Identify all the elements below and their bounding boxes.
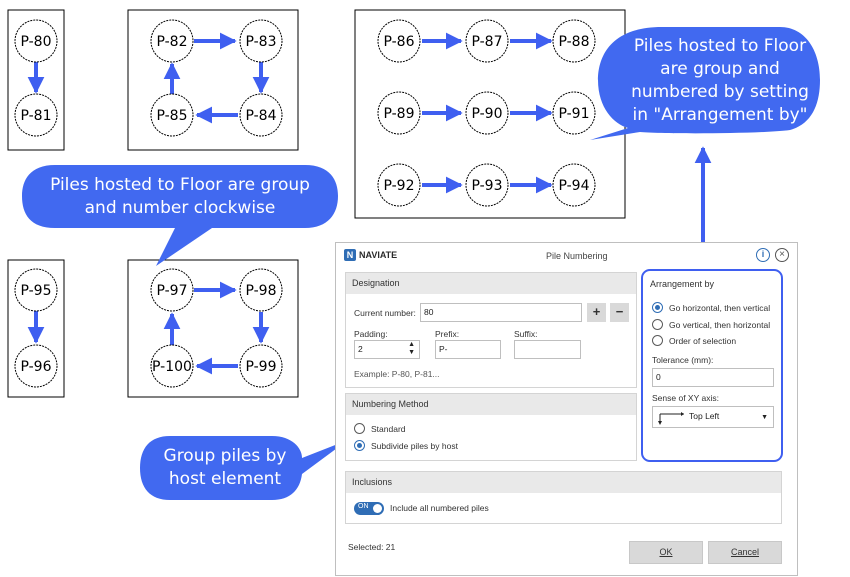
pile-label: P-100 <box>152 359 192 375</box>
pile-label: P-95 <box>20 283 51 299</box>
pile-label: P-99 <box>245 359 276 375</box>
pile-label: P-87 <box>471 34 502 50</box>
current-number-input[interactable]: 80 <box>420 303 582 322</box>
close-icon[interactable]: × <box>775 248 789 262</box>
standard-radio[interactable] <box>354 423 365 434</box>
inclusions-header: Inclusions <box>346 472 781 493</box>
stepper-arrows-icon[interactable]: ▲ ▼ <box>408 341 415 357</box>
padding-stepper[interactable]: 2 ▲ ▼ <box>354 340 420 359</box>
prefix-label: Prefix: <box>435 329 460 339</box>
prefix-input[interactable]: P- <box>435 340 501 359</box>
pile-12: P-92 <box>377 163 421 207</box>
pile-label: P-93 <box>471 178 502 194</box>
pile-3: P-83 <box>239 19 283 63</box>
cancel-button[interactable]: Cancel <box>708 541 782 564</box>
pile-label: P-91 <box>558 106 589 122</box>
pile-label: P-83 <box>245 34 276 50</box>
callout-host-text: Group piles by host element <box>163 446 287 489</box>
selected-count: Selected: 21 <box>348 542 396 552</box>
callout-clockwise-text: Piles hosted to Floor are group and numb… <box>50 175 310 218</box>
padding-value: 2 <box>358 344 363 354</box>
dialog-title: Pile Numbering <box>546 251 608 261</box>
pile-label: P-88 <box>558 34 589 50</box>
pile-11: P-91 <box>552 91 596 135</box>
subdivide-radio[interactable] <box>354 440 365 451</box>
suffix-input[interactable] <box>514 340 581 359</box>
suffix-label: Suffix: <box>514 329 538 339</box>
pile-13: P-93 <box>465 163 509 207</box>
numbering-method-header: Numbering Method <box>346 394 636 415</box>
callout-arrangement-text: Piles hosted to Floor are group and numb… <box>631 36 809 125</box>
ok-button[interactable]: OK <box>629 541 703 564</box>
pile-15: P-95 <box>14 268 58 312</box>
pile-14: P-94 <box>552 163 596 207</box>
designation-panel: Designation Current number: 80 + − Paddi… <box>345 272 637 388</box>
pile-19: P-99 <box>239 344 283 388</box>
pile-17: P-97 <box>150 268 194 312</box>
arrangement-highlight <box>641 269 783 462</box>
pile-label: P-96 <box>20 359 51 375</box>
pile-20: P-100 <box>150 344 194 388</box>
naviate-logo: N <box>344 249 356 261</box>
pile-5: P-85 <box>150 93 194 137</box>
pile-label: P-85 <box>156 108 187 124</box>
pile-4: P-84 <box>239 93 283 137</box>
pile-label: P-94 <box>558 178 589 194</box>
pile-label: P-84 <box>245 108 276 124</box>
designation-header: Designation <box>346 273 636 294</box>
pile-10: P-90 <box>465 91 509 135</box>
toggle-text: ON <box>358 503 369 510</box>
logo-letter: N <box>346 250 354 260</box>
current-number-label: Current number: <box>354 308 416 318</box>
pile-0: P-80 <box>14 19 58 63</box>
increment-button[interactable]: + <box>587 303 606 322</box>
padding-label: Padding: <box>354 329 388 339</box>
pile-label: P-86 <box>383 34 414 50</box>
pile-label: P-82 <box>156 34 187 50</box>
pile-6: P-86 <box>377 19 421 63</box>
example-text: Example: P-80, P-81... <box>354 369 440 379</box>
pile-label: P-80 <box>20 34 51 50</box>
pile-label: P-89 <box>383 106 414 122</box>
pile-18: P-98 <box>239 268 283 312</box>
brand-name: NAVIATE <box>359 250 398 260</box>
pile-8: P-88 <box>552 19 596 63</box>
pile-1: P-81 <box>14 93 58 137</box>
pile-16: P-96 <box>14 344 58 388</box>
pile-7: P-87 <box>465 19 509 63</box>
info-icon[interactable]: i <box>756 248 770 262</box>
include-label: Include all numbered piles <box>390 503 489 513</box>
subdivide-label[interactable]: Subdivide piles by host <box>371 441 458 451</box>
pile-label: P-92 <box>383 178 414 194</box>
pile-label: P-98 <box>245 283 276 299</box>
pile-label: P-97 <box>156 283 187 299</box>
pile-9: P-89 <box>377 91 421 135</box>
numbering-method-panel: Numbering Method Standard Subdivide pile… <box>345 393 637 461</box>
pile-label: P-90 <box>471 106 502 122</box>
decrement-button[interactable]: − <box>610 303 629 322</box>
inclusions-panel: Inclusions ON Include all numbered piles <box>345 471 782 524</box>
toggle-knob <box>373 504 382 513</box>
include-toggle[interactable]: ON <box>354 502 384 515</box>
pile-label: P-81 <box>20 108 51 124</box>
pile-2: P-82 <box>150 19 194 63</box>
standard-label[interactable]: Standard <box>371 424 406 434</box>
